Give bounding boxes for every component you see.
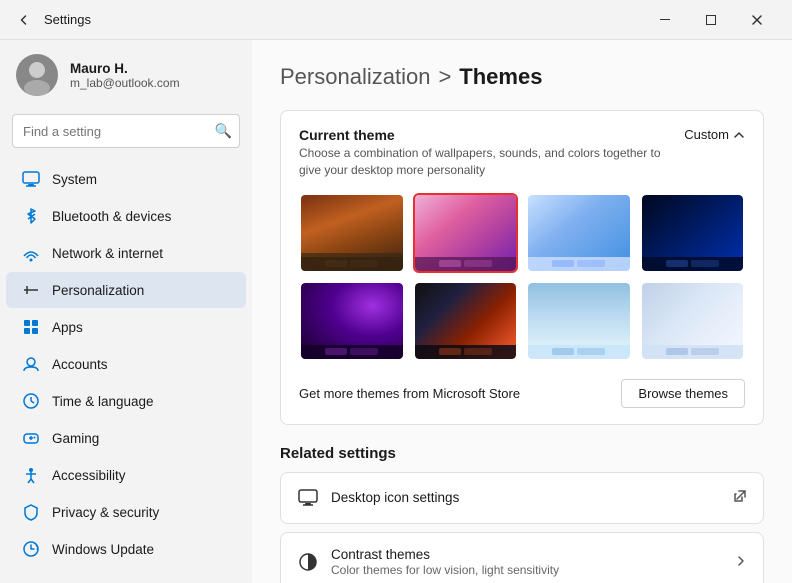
time-icon [22, 392, 40, 410]
sidebar-item-system-label: System [52, 172, 97, 187]
setting-item-contrast-subtitle: Color themes for low vision, light sensi… [331, 563, 559, 577]
sidebar-item-bluetooth[interactable]: Bluetooth & devices [6, 198, 246, 234]
privacy-icon [22, 503, 40, 521]
nav-list: System Bluetooth & devices Network & int… [0, 156, 252, 572]
theme-item-4[interactable] [640, 193, 746, 273]
section-header-text: Current theme Choose a combination of wa… [299, 127, 684, 179]
setting-item-left: Desktop icon settings [297, 487, 459, 509]
minimize-button[interactable] [642, 0, 688, 40]
sidebar-item-bluetooth-label: Bluetooth & devices [52, 209, 171, 224]
chevron-right-icon [735, 554, 747, 570]
window-title: Settings [44, 12, 642, 27]
theme-grid [299, 193, 745, 361]
close-button[interactable] [734, 0, 780, 40]
setting-item-contrast-title: Contrast themes [331, 547, 559, 562]
section-title: Current theme [299, 127, 684, 143]
sidebar-item-apps[interactable]: Apps [6, 309, 246, 345]
sidebar-item-privacy-label: Privacy & security [52, 505, 159, 520]
maximize-button[interactable] [688, 0, 734, 40]
sidebar-item-time[interactable]: Time & language [6, 383, 246, 419]
sidebar: Mauro H. m_lab@outlook.com 🔍 System [0, 40, 252, 583]
gaming-icon [22, 429, 40, 447]
sidebar-item-gaming-label: Gaming [52, 431, 99, 446]
sidebar-item-personalization-label: Personalization [52, 283, 144, 298]
sidebar-item-accounts[interactable]: Accounts [6, 346, 246, 382]
sidebar-item-update[interactable]: Windows Update [6, 531, 246, 567]
theme-badge-label: Custom [684, 127, 729, 142]
sidebar-item-time-label: Time & language [52, 394, 154, 409]
setting-item-text-contrast: Contrast themes Color themes for low vis… [331, 547, 559, 577]
window-controls [642, 0, 780, 40]
breadcrumb-current: Themes [459, 64, 542, 90]
sidebar-item-network-label: Network & internet [52, 246, 163, 261]
theme-item-7[interactable] [526, 281, 632, 361]
theme-item-1[interactable] [299, 193, 405, 273]
theme-taskbar [301, 255, 403, 271]
sidebar-item-accessibility-label: Accessibility [52, 468, 126, 483]
breadcrumb: Personalization > Themes [280, 64, 764, 90]
desktop-icon [297, 487, 319, 509]
search-input[interactable] [12, 114, 240, 148]
back-button[interactable] [12, 8, 36, 32]
section-subtitle: Choose a combination of wallpapers, soun… [299, 145, 684, 179]
setting-item-desktop-icon[interactable]: Desktop icon settings [280, 472, 764, 524]
bluetooth-icon [22, 207, 40, 225]
sidebar-item-gaming[interactable]: Gaming [6, 420, 246, 456]
setting-item-left-contrast: Contrast themes Color themes for low vis… [297, 547, 559, 577]
user-name: Mauro H. [70, 61, 180, 76]
chevron-up-icon [733, 129, 745, 141]
user-email: m_lab@outlook.com [70, 76, 180, 90]
title-bar: Settings [0, 0, 792, 40]
related-settings: Related settings Desktop icon settings [280, 445, 764, 583]
theme-item-3[interactable] [526, 193, 632, 273]
setting-item-desktop-title: Desktop icon settings [331, 490, 459, 505]
avatar [16, 54, 58, 96]
sidebar-item-update-label: Windows Update [52, 542, 154, 557]
system-icon [22, 170, 40, 188]
sidebar-item-system[interactable]: System [6, 161, 246, 197]
personalization-icon [22, 281, 40, 299]
update-icon [22, 540, 40, 558]
related-settings-title: Related settings [280, 445, 764, 462]
setting-item-contrast[interactable]: Contrast themes Color themes for low vis… [280, 532, 764, 583]
theme-item-5[interactable] [299, 281, 405, 361]
accessibility-icon [22, 466, 40, 484]
browse-themes-button[interactable]: Browse themes [621, 379, 745, 408]
sidebar-item-apps-label: Apps [52, 320, 83, 335]
theme-item-8[interactable] [640, 281, 746, 361]
contrast-icon [297, 551, 319, 573]
theme-item-6[interactable] [413, 281, 519, 361]
sidebar-item-network[interactable]: Network & internet [6, 235, 246, 271]
sidebar-item-privacy[interactable]: Privacy & security [6, 494, 246, 530]
app-body: Mauro H. m_lab@outlook.com 🔍 System [0, 40, 792, 583]
themes-footer: Get more themes from Microsoft Store Bro… [299, 375, 745, 408]
sidebar-item-accounts-label: Accounts [52, 357, 108, 372]
accounts-icon [22, 355, 40, 373]
theme-item-2[interactable] [413, 193, 519, 273]
breadcrumb-parent[interactable]: Personalization [280, 64, 430, 90]
user-profile[interactable]: Mauro H. m_lab@outlook.com [0, 40, 252, 110]
get-more-themes-text: Get more themes from Microsoft Store [299, 386, 520, 401]
user-info: Mauro H. m_lab@outlook.com [70, 61, 180, 90]
content-area: Personalization > Themes Current theme C… [252, 40, 792, 583]
sidebar-item-accessibility[interactable]: Accessibility [6, 457, 246, 493]
apps-icon [22, 318, 40, 336]
breadcrumb-separator: > [438, 64, 451, 90]
section-header: Current theme Choose a combination of wa… [299, 127, 745, 179]
search-box: 🔍 [12, 114, 240, 148]
network-icon [22, 244, 40, 262]
setting-item-text: Desktop icon settings [331, 490, 459, 505]
current-theme-card: Current theme Choose a combination of wa… [280, 110, 764, 425]
external-link-icon [733, 489, 747, 506]
sidebar-item-personalization[interactable]: Personalization [6, 272, 246, 308]
theme-badge[interactable]: Custom [684, 127, 745, 142]
